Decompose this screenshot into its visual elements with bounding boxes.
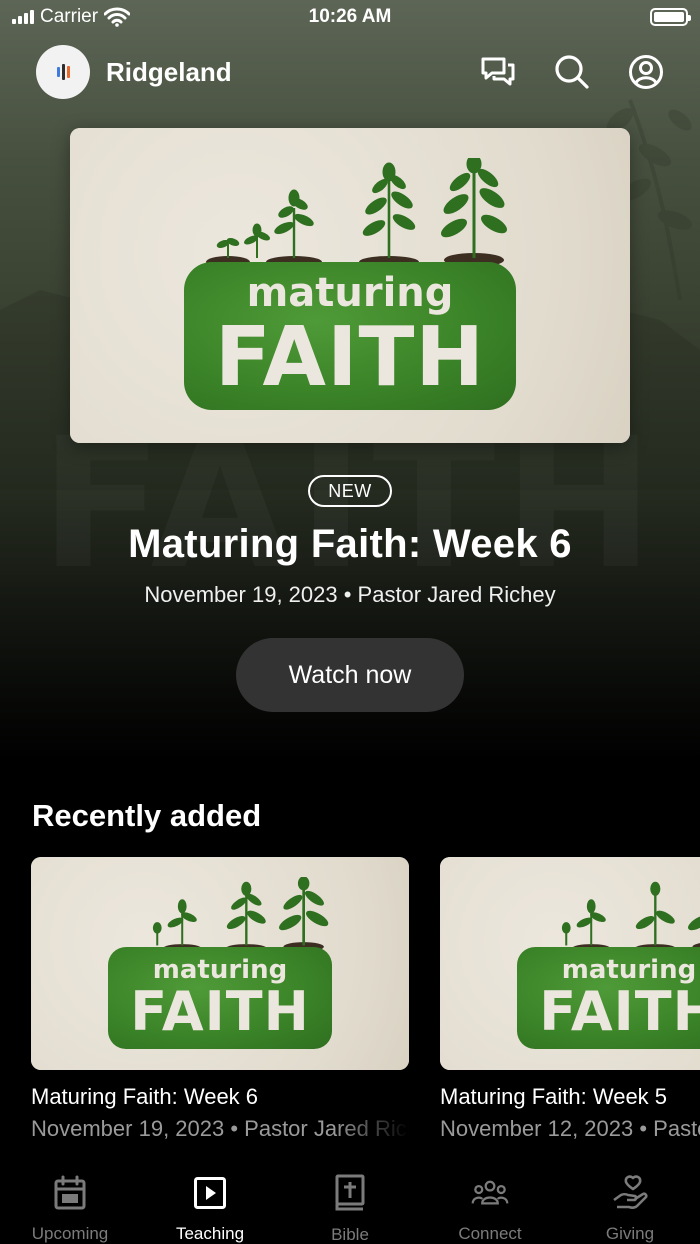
chat-icon[interactable] <box>480 54 516 90</box>
recently-added-rail[interactable]: maturing FAITH Maturing Faith: Week 6 No… <box>0 857 700 1157</box>
app-header: Ridgeland <box>36 44 664 100</box>
tab-giving[interactable]: Giving <box>560 1160 700 1244</box>
tab-upcoming[interactable]: Upcoming <box>0 1160 140 1244</box>
artwork-word-big: FAITH <box>539 980 700 1043</box>
tab-label: Upcoming <box>31 1224 109 1243</box>
artwork-title-block: maturing FAITH <box>184 262 516 410</box>
sermon-meta: November 19, 2023 • Pastor Jared Richey <box>31 1116 409 1141</box>
church-name[interactable]: Ridgeland <box>106 57 232 88</box>
giving-icon <box>611 1174 649 1211</box>
sermon-title[interactable]: Maturing Faith: Week 6 <box>31 1084 409 1110</box>
sermon-title[interactable]: Maturing Faith: Week 5 <box>440 1084 700 1110</box>
series-logo: maturing FAITH <box>517 877 700 1049</box>
artwork-word-big: FAITH <box>130 980 310 1043</box>
new-badge: NEW <box>308 475 392 507</box>
artwork-title-block: maturing FAITH <box>517 947 700 1049</box>
battery-icon <box>650 8 691 26</box>
tab-bible[interactable]: Bible <box>280 1160 420 1244</box>
play-icon <box>191 1174 229 1211</box>
church-logo[interactable] <box>36 45 90 99</box>
sermon-thumbnail[interactable]: maturing FAITH <box>440 857 700 1070</box>
sermon-card[interactable]: maturing FAITH Maturing Faith: Week 5 No… <box>440 857 700 1142</box>
tab-connect[interactable]: Connect <box>420 1160 560 1244</box>
search-icon[interactable] <box>554 54 590 90</box>
sermon-card[interactable]: maturing FAITH Maturing Faith: Week 6 No… <box>31 857 409 1142</box>
status-time: 10:26 AM <box>308 6 392 27</box>
calendar-icon <box>51 1174 89 1211</box>
series-logo: maturing FAITH <box>108 877 332 1049</box>
tab-teaching[interactable]: Teaching <box>140 1160 280 1244</box>
status-bar: Carrier 10:26 AM <box>0 0 700 36</box>
header-actions <box>480 54 664 90</box>
watch-now-button[interactable]: Watch now <box>236 638 464 712</box>
tab-label: Giving <box>605 1224 655 1243</box>
hero-title: Maturing Faith: Week 6 <box>128 522 572 566</box>
artwork-word-small: maturing <box>246 270 454 316</box>
tab-label: Connect <box>458 1224 522 1243</box>
series-logo: maturing FAITH <box>184 158 516 410</box>
artwork-word-big: FAITH <box>214 310 486 405</box>
tab-label: Teaching <box>175 1224 245 1243</box>
sermon-thumbnail[interactable]: maturing FAITH <box>31 857 409 1070</box>
profile-icon[interactable] <box>628 54 664 90</box>
artwork-title-block: maturing FAITH <box>108 947 332 1049</box>
tab-label: Bible <box>331 1225 369 1244</box>
section-title-recently-added: Recently added <box>32 798 262 833</box>
hero-meta: November 19, 2023 • Pastor Jared Richey <box>144 582 556 607</box>
hero-artwork[interactable]: maturing FAITH <box>70 128 630 443</box>
sermon-meta: November 12, 2023 • Pastor Jared Richey <box>440 1116 700 1141</box>
tab-bar: Upcoming Teaching Bible Connect Giving <box>0 1160 700 1244</box>
people-icon <box>471 1174 509 1211</box>
bible-icon <box>331 1174 369 1212</box>
